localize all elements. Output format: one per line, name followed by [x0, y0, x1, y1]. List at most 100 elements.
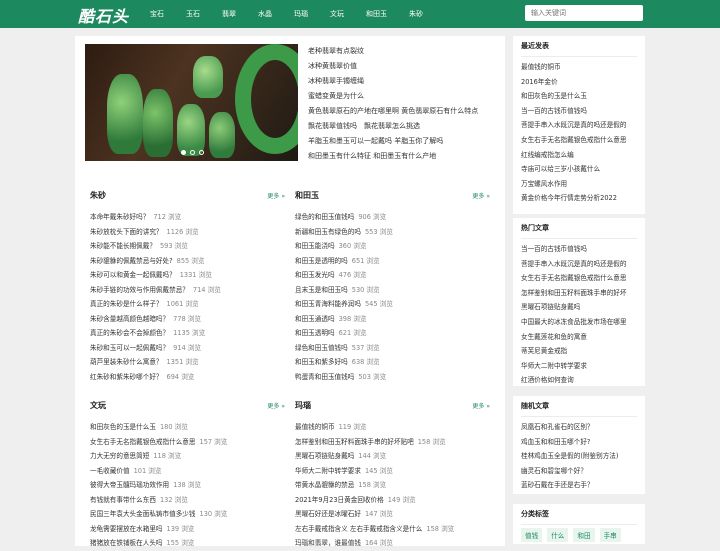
article-link[interactable]: 民国三年袁大头金面私铸市值多少钱 — [90, 510, 196, 518]
top-article-link[interactable]: 飘花翡翠值钱吗 飘花翡翠怎么挑选 — [308, 119, 498, 134]
article-link[interactable]: 和田玉通透吗 — [295, 315, 335, 323]
sidebar-article-link[interactable]: 寺庙可以给三岁小孩戴什么 — [521, 162, 637, 177]
sidebar-article-link[interactable]: 黄金价格今年行情走势分析2022 — [521, 191, 637, 206]
sidebar-article-link[interactable]: 最值钱的铜币 — [521, 60, 637, 75]
article-link[interactable]: 和田玉是透明的吗 — [295, 257, 348, 265]
article-link[interactable]: 和田玉能浇吗 — [295, 242, 335, 250]
article-link[interactable]: 本命年戴朱砂好吗？ — [90, 213, 149, 221]
nav-item-jadestone[interactable]: 玉石 — [186, 0, 200, 28]
sidebar-heading: 随机文章 — [521, 401, 637, 417]
nav-item-jadeite[interactable]: 翡翠 — [222, 0, 236, 28]
sidebar-article-link[interactable]: 黑曜石项链贴身戴吗 — [521, 300, 637, 315]
article-link[interactable]: 一毛收藏价值 — [90, 467, 130, 475]
site-logo[interactable]: 酷石头 — [78, 3, 129, 27]
sidebar-article-link[interactable]: 菩提手串入水既沉是真的吗还是假的 — [521, 257, 637, 272]
article-link[interactable]: 红朱砂和紫朱砂哪个好？ — [90, 373, 163, 381]
sidebar-article-link[interactable]: 菩提手串入水既沉是真的吗还是假的 — [521, 118, 637, 133]
sidebar-article-link[interactable]: 蓝砂石戴在手还是右手？ — [521, 478, 637, 493]
view-count: 914 浏览 — [173, 343, 201, 352]
top-article-link[interactable]: 羊脂玉和墨玉可以一起戴吗 羊脂玉你了解吗 — [308, 134, 498, 149]
article-link[interactable]: 最值钱的铜币 — [295, 423, 335, 431]
carousel-dot[interactable] — [190, 150, 195, 155]
article-link[interactable]: 朱砂能不能长期佩戴？ — [90, 242, 156, 250]
sidebar-article-link[interactable]: 中国最大的冰冻食品批发市场在哪里 — [521, 315, 637, 330]
article-link[interactable]: 朱砂含量越高颜色越暗吗？ — [90, 315, 169, 323]
article-link[interactable]: 葫芦里装朱砂什么寓意？ — [90, 358, 163, 366]
sidebar-article-link[interactable]: 女生戴莲花和鱼的寓意 — [521, 330, 637, 345]
nav-item-wenwan[interactable]: 文玩 — [330, 0, 344, 28]
sidebar-article-link[interactable]: 蒂芙尼黄金戒指 — [521, 344, 637, 359]
sidebar-article-link[interactable]: 红线编戒指怎么编 — [521, 148, 637, 163]
article-link[interactable]: 华师大二附中转学要求 — [295, 467, 361, 475]
article-link[interactable]: 左右手戴戒指含义 左右手戴戒指含义是什么 — [295, 525, 422, 533]
sidebar-article-link[interactable]: 2016年金价 — [521, 75, 637, 90]
carousel-dot[interactable] — [199, 150, 204, 155]
article-link[interactable]: 绿色和田玉值钱吗 — [295, 344, 348, 352]
sidebar-article-link[interactable]: 幽灵石和碧玺哪个好？ — [521, 464, 637, 479]
sidebar-article-link[interactable]: 女生右手无名指戴银色戒指什么意思 — [521, 133, 637, 148]
sidebar-article-link[interactable]: 怎样鉴别和田玉籽料面珠手串的好坏 — [521, 286, 637, 301]
article-link[interactable]: 朱砂可以和黄金一起佩戴吗？ — [90, 271, 176, 279]
sidebar-article-link[interactable]: 当一百的古钱币值钱吗 — [521, 242, 637, 257]
sidebar-article-link[interactable]: 鸡血玉和和田玉哪个好? — [521, 435, 637, 450]
article-item: 玛瑙和翡翠，谁最值钱 164 浏览 — [295, 536, 490, 551]
article-link[interactable]: 绿色的和田玉值钱吗 — [295, 213, 354, 221]
article-link[interactable]: 龙龟需要摆放在水箱里吗 — [90, 525, 163, 533]
article-link[interactable]: 和田玉发光吗 — [295, 271, 335, 279]
article-link[interactable]: 和田玉青海料能养润吗 — [295, 300, 361, 308]
more-link[interactable]: 更多 » — [472, 401, 490, 410]
article-item: 猪猪放在铁铺板在人头吗 155 浏览 — [90, 536, 285, 551]
article-link[interactable]: 和田玉和紫多好吗 — [295, 358, 348, 366]
article-link[interactable]: 女生右手无名指戴银色戒指什么意思 — [90, 438, 196, 446]
top-article-link[interactable]: 黄色翡翠原石的产地在哪里啊 黄色翡翠原石有什么特点 — [308, 104, 498, 119]
top-article-link[interactable]: 冰种翡翠手镯缠绳 — [308, 74, 498, 89]
article-link[interactable]: 黑曜石项链贴身戴吗 — [295, 452, 354, 460]
sidebar-article-link[interactable]: 华师大二附中转学要求 — [521, 359, 637, 374]
article-link[interactable]: 和田灰色的玉是什么玉 — [90, 423, 156, 431]
article-link[interactable]: 且末玉是和田玉吗 — [295, 286, 348, 294]
view-count: 130 浏览 — [199, 510, 228, 518]
top-article-link[interactable]: 蜜蜡变黄是为什么 — [308, 89, 498, 104]
section-title: 和田玉 — [295, 191, 319, 200]
article-link[interactable]: 朱砂手链的功效与作用佩戴禁忌？ — [90, 286, 189, 294]
article-link[interactable]: 力大无穷的意思简短 — [90, 452, 149, 460]
nav-item-zhusha[interactable]: 朱砂 — [409, 0, 423, 28]
more-link[interactable]: 更多 » — [267, 401, 285, 410]
sidebar-article-link[interactable]: 当一百的古钱币值钱吗 — [521, 104, 637, 119]
banner-carousel[interactable] — [85, 44, 298, 161]
more-link[interactable]: 更多 » — [267, 191, 285, 200]
search-input[interactable] — [525, 5, 643, 21]
article-link[interactable]: 怎样鉴别和田玉籽料面珠手串的好坏贴吧 — [295, 438, 414, 446]
sidebar-article-link[interactable]: 红酒价格如何查询 — [521, 373, 637, 388]
article-link[interactable]: 和田玉透明吗 — [295, 329, 335, 337]
sidebar-article-link[interactable]: 和田灰色的玉是什么玉 — [521, 89, 637, 104]
nav-item-gem[interactable]: 宝石 — [150, 0, 164, 28]
carousel-dot[interactable] — [181, 150, 186, 155]
article-link[interactable]: 黑曜石好还是冰曜石好 — [295, 510, 361, 518]
sidebar-article-link[interactable]: 桂林鸡血玉全是假的(附鉴别方法) — [521, 449, 637, 464]
article-link[interactable]: 带黄水晶貔貅的禁忌 — [295, 481, 354, 489]
article-link[interactable]: 玛瑙和翡翠，谁最值钱 — [295, 539, 361, 547]
nav-item-agate[interactable]: 玛瑙 — [294, 0, 308, 28]
more-link[interactable]: 更多 » — [472, 191, 490, 200]
article-link[interactable]: 朱砂和玉可以一起佩戴吗？ — [90, 344, 169, 352]
article-link[interactable]: 鸭蛋青和田玉值钱吗 — [295, 373, 354, 381]
article-link[interactable]: 朱砂貔貅的佩戴禁忌与好处? — [90, 257, 173, 265]
top-article-link[interactable]: 和田墨玉有什么特征 和田墨玉有什么产地 — [308, 149, 498, 164]
article-link[interactable]: 朱砂放枕头下面的讲究？ — [90, 228, 163, 236]
article-link[interactable]: 猪猪放在铁铺板在人头吗 — [90, 539, 163, 547]
top-article-link[interactable]: 老种翡翠有点裂纹 — [308, 44, 498, 59]
article-link[interactable]: 真正的朱砂会不会掉颜色？ — [90, 329, 169, 337]
sidebar-article-link[interactable]: 凤凰石和孔雀石的区别？ — [521, 420, 637, 435]
article-item: 葫芦里装朱砂什么寓意？ 1351 浏览 — [90, 355, 285, 370]
sidebar-article-link[interactable]: 女生右手无名指戴银色戒指什么意思 — [521, 271, 637, 286]
article-link[interactable]: 2021年9月23日黄金回收价格 — [295, 496, 384, 504]
sidebar-article-link[interactable]: 万宝螺风水作用 — [521, 177, 637, 192]
article-link[interactable]: 真正的朱砂是什么样子？ — [90, 300, 163, 308]
top-article-link[interactable]: 冰种黄翡翠价值 — [308, 59, 498, 74]
article-link[interactable]: 新疆和田玉有绿色的吗 — [295, 228, 361, 236]
article-link[interactable]: 有钱就有事带什么东西 — [90, 496, 156, 504]
nav-item-hetian[interactable]: 和田玉 — [366, 0, 387, 28]
nav-item-crystal[interactable]: 水晶 — [258, 0, 272, 28]
article-link[interactable]: 彼得大帝玉髓玛瑙功效作用 — [90, 481, 169, 489]
